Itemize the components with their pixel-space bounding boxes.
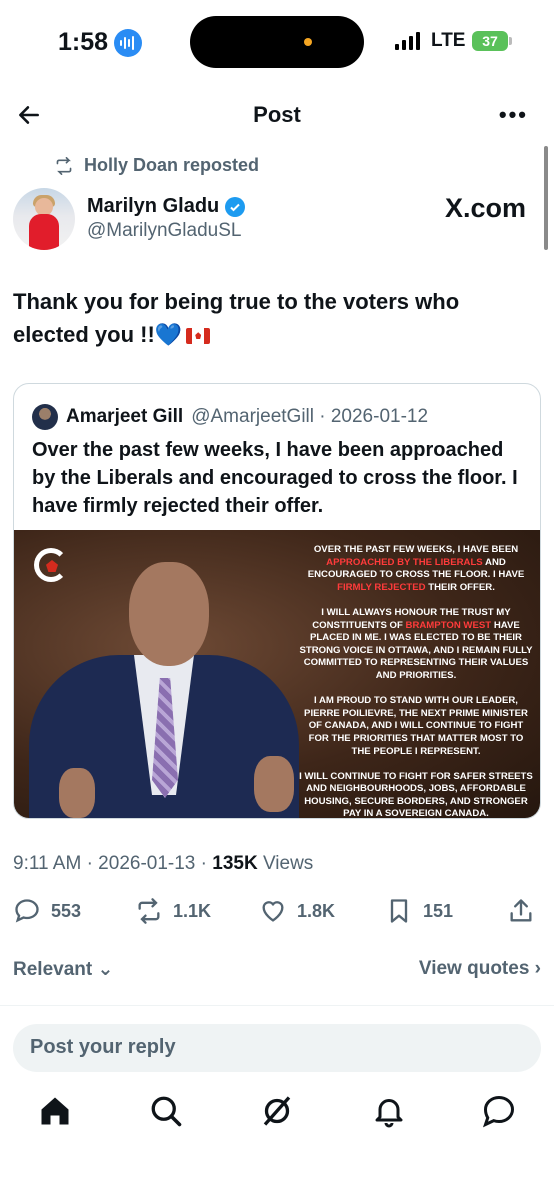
status-time: 1:58	[58, 28, 143, 57]
share-button[interactable]	[507, 897, 535, 925]
bookmark-button[interactable]: 151	[385, 897, 453, 925]
page-title: Post	[253, 102, 301, 127]
x-com-badge: X.com	[444, 193, 526, 223]
author-name-row[interactable]: Marilyn Gladu	[87, 195, 246, 218]
notifications-icon[interactable]	[371, 1093, 407, 1129]
quoted-post-image[interactable]: Over the past few weeks, I have been app…	[14, 530, 540, 819]
repost-context: Holly Doan reposted	[54, 155, 259, 176]
repost-label: Holly Doan reposted	[84, 155, 260, 175]
chevron-down-icon: ⌄	[97, 959, 114, 980]
quoted-post[interactable]: Amarjeet Gill @AmarjeetGill · 2026-01-12…	[13, 383, 541, 819]
battery-icon: 37	[472, 31, 508, 51]
action-bar: 553 1.1K 1.8K 151	[13, 897, 543, 931]
avatar[interactable]	[13, 188, 75, 250]
repost-count: 1.1K	[173, 900, 212, 921]
more-icon[interactable]: •••	[499, 102, 528, 128]
share-icon	[510, 899, 532, 922]
chevron-right-icon: ›	[534, 958, 541, 979]
author-name[interactable]: Marilyn Gladu	[87, 195, 219, 218]
reply-count: 553	[51, 900, 82, 921]
bookmark-icon	[390, 899, 408, 923]
sort-relevant-label: Relevant	[13, 959, 93, 980]
audio-icon	[114, 28, 143, 57]
reply-icon	[15, 899, 39, 923]
scrollbar[interactable]	[544, 146, 548, 250]
network-label: LTE	[431, 30, 466, 51]
verified-icon	[225, 196, 246, 217]
views-count: 135K	[212, 853, 258, 874]
author-handle[interactable]: @MarilynGladuSL	[87, 220, 241, 242]
reply-input[interactable]: Post your reply	[13, 1024, 541, 1072]
bottom-tab-bar	[0, 1093, 554, 1143]
like-button[interactable]: 1.8K	[259, 897, 335, 925]
views-label: Views	[257, 853, 314, 874]
like-count: 1.8K	[297, 900, 336, 921]
like-icon	[262, 901, 284, 922]
dynamic-island	[190, 16, 364, 68]
messages-icon[interactable]	[481, 1093, 517, 1129]
bookmark-count: 151	[423, 900, 454, 921]
post-header: Post •••	[0, 90, 554, 140]
repost-icon	[56, 156, 72, 175]
repost-action-icon	[138, 898, 160, 924]
signal-icon	[395, 32, 420, 50]
status-time-text: 1:58	[58, 28, 109, 56]
canada-flag-icon	[186, 328, 211, 345]
grok-icon[interactable]	[259, 1093, 295, 1129]
view-quotes-link[interactable]: View quotes ›	[419, 958, 541, 980]
tweet-text: Thank you for being true to the voters w…	[13, 285, 533, 351]
quoted-author-name: Amarjeet Gill	[66, 406, 184, 427]
quoted-post-text: Over the past few weeks, I have been app…	[32, 439, 518, 517]
search-icon[interactable]	[148, 1093, 184, 1129]
quoted-post-header: Amarjeet Gill @AmarjeetGill · 2026-01-12	[32, 404, 428, 430]
home-icon[interactable]	[37, 1093, 73, 1129]
sort-relevant-dropdown[interactable]: Relevant ⌄	[13, 958, 113, 981]
quoted-author-meta: @AmarjeetGill · 2026-01-12	[191, 406, 429, 427]
repost-button[interactable]: 1.1K	[135, 897, 211, 925]
tweet-text-body: Thank you for being true to the voters w…	[13, 289, 460, 347]
post-timestamp: 9:11 AM · 2026-01-13 ·	[13, 853, 213, 874]
reply-button[interactable]: 553	[13, 897, 81, 925]
quoted-avatar	[32, 404, 58, 430]
status-bar: 1:58 LTE 37	[0, 0, 554, 84]
image-statement-text: Over the past few weeks, I have been app…	[299, 544, 533, 819]
view-quotes-label: View quotes	[418, 958, 530, 979]
post-meta: 9:11 AM · 2026-01-13 · 135K Views	[13, 853, 313, 875]
divider	[0, 1005, 554, 1006]
